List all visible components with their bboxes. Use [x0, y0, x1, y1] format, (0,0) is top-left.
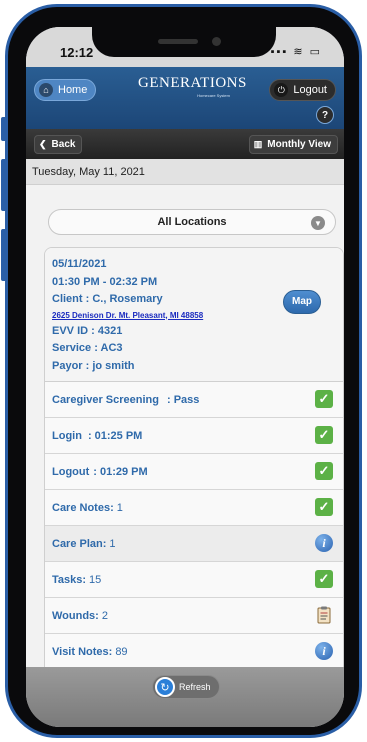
locations-select[interactable]: All Locations ▼ — [48, 209, 336, 235]
visit-time: 01:30 PM - 02:32 PM — [52, 275, 158, 288]
clipboard-icon — [317, 606, 331, 624]
row-value: : 01:29 PM — [93, 465, 148, 478]
row-value: : 01:25 PM — [87, 429, 143, 442]
app-header: ⌂ Home GENERATIONS Homecare System ⏻ Log… — [26, 67, 344, 129]
visit-card: 05/11/2021 01:30 PM - 02:32 PM Client : … — [44, 247, 344, 677]
camera — [212, 37, 221, 46]
refresh-label: Refresh — [179, 682, 211, 692]
list-item-tasks[interactable]: Tasks: 15 ✓ — [45, 562, 343, 598]
date-header: Tuesday, May 11, 2021 — [26, 159, 344, 185]
monthly-view-button[interactable]: ▥ Monthly View — [248, 135, 338, 154]
check-icon: ✓ — [315, 426, 333, 444]
list-item-care-plan[interactable]: Care Plan: 1 i — [45, 526, 343, 562]
list-item-visit-notes[interactable]: Visit Notes: 89 i — [45, 634, 343, 670]
phone-frame: 12:12 ▪▪▪ ≋ ▭ ⌂ Home GENERATIONS Homecar… — [1, 4, 362, 738]
row-label: Logout — [52, 465, 90, 478]
speaker — [158, 39, 198, 44]
list-item-caregiver-screening[interactable]: Caregiver Screening : Pass ✓ — [45, 382, 343, 418]
row-label: Care Notes: — [52, 501, 114, 514]
help-button[interactable]: ? — [316, 106, 334, 124]
list-item-wounds[interactable]: Wounds: 2 — [45, 598, 343, 634]
side-button — [1, 117, 7, 141]
info-icon[interactable]: i — [315, 642, 333, 660]
refresh-icon: ↻ — [155, 677, 175, 697]
power-icon: ⏻ — [274, 83, 289, 97]
row-value: 1 — [116, 501, 123, 514]
logo-text: GENERATIONS — [138, 75, 247, 91]
notch — [92, 27, 276, 57]
side-button — [1, 159, 7, 211]
monthly-view-label: Monthly View — [267, 139, 331, 150]
row-value: 1 — [109, 537, 116, 550]
logout-label: Logout — [293, 84, 327, 96]
logo-subtext: Homecare System — [197, 93, 230, 98]
status-icons: ▪▪▪ ≋ ▭ — [270, 46, 322, 58]
locations-selected: All Locations — [157, 216, 227, 228]
footer-bar: ↻ Refresh — [26, 667, 344, 727]
side-button — [1, 229, 7, 281]
row-value: 2 — [101, 609, 108, 622]
map-button[interactable]: Map — [283, 290, 321, 314]
row-label: Wounds: — [52, 609, 99, 622]
home-button[interactable]: ⌂ Home — [34, 79, 97, 101]
visit-service: Service : AC3 — [52, 342, 123, 354]
visit-payor: Payor : jo smith — [52, 359, 135, 372]
home-icon: ⌂ — [39, 83, 53, 97]
content: All Locations ▼ 05/11/2021 01:30 PM - 02… — [26, 185, 344, 677]
back-button[interactable]: ❮ Back — [34, 135, 83, 154]
grid-icon: ▥ — [253, 139, 263, 149]
visit-evv: EVV ID : 4321 — [52, 324, 123, 337]
back-label: Back — [51, 139, 76, 150]
row-label: Login — [52, 429, 82, 442]
status-time: 12:12 — [60, 45, 94, 60]
visit-details: 05/11/2021 01:30 PM - 02:32 PM Client : … — [45, 248, 343, 382]
chevron-left-icon: ❮ — [39, 139, 47, 149]
row-value: : Pass — [167, 393, 200, 406]
nav-bar: ❮ Back ▥ Monthly View — [26, 129, 344, 159]
row-value: 15 — [89, 573, 102, 586]
info-icon[interactable]: i — [315, 534, 333, 552]
check-icon: ✓ — [315, 390, 333, 408]
row-label: Care Plan: — [52, 537, 107, 550]
check-icon: ✓ — [315, 462, 333, 480]
list-item-care-notes[interactable]: Care Notes: 1 ✓ — [45, 490, 343, 526]
refresh-button[interactable]: ↻ Refresh — [152, 675, 220, 699]
chevron-down-icon: ▼ — [311, 216, 325, 230]
screen: 12:12 ▪▪▪ ≋ ▭ ⌂ Home GENERATIONS Homecar… — [26, 27, 344, 727]
list-item-logout[interactable]: Logout : 01:29 PM ✓ — [45, 454, 343, 490]
check-icon: ✓ — [315, 498, 333, 516]
row-label: Tasks: — [52, 573, 87, 586]
list-item-login[interactable]: Login : 01:25 PM ✓ — [45, 418, 343, 454]
check-icon: ✓ — [315, 570, 333, 588]
visit-date: 05/11/2021 — [52, 258, 107, 270]
row-label: Visit Notes: — [52, 645, 113, 658]
logout-button[interactable]: ⏻ Logout — [269, 79, 336, 101]
row-value: 89 — [115, 645, 128, 658]
home-label: Home — [58, 84, 88, 96]
logo: GENERATIONS Homecare System — [138, 75, 247, 98]
row-label: Caregiver Screening — [52, 393, 159, 406]
